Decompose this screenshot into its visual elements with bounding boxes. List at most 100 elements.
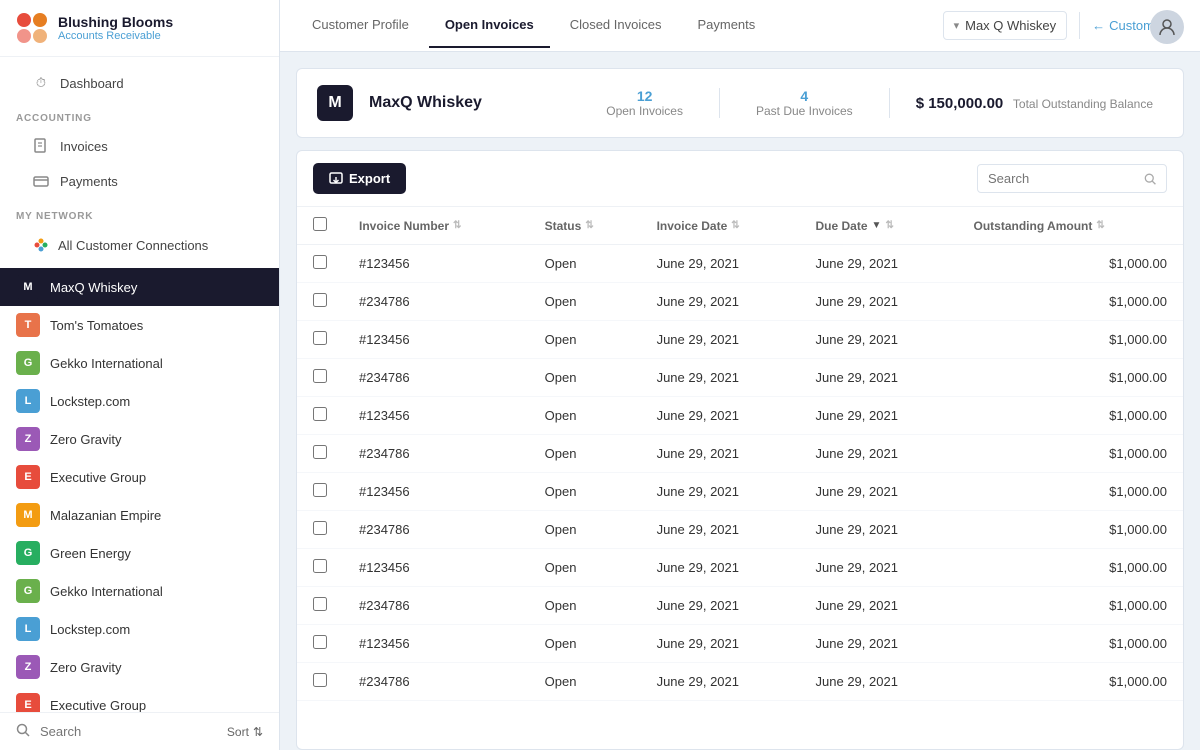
user-icon bbox=[1157, 17, 1177, 37]
row-checkbox[interactable] bbox=[313, 597, 327, 611]
invoice-number-header[interactable]: Invoice Number ⇅ bbox=[343, 207, 529, 245]
sidebar-item-payments[interactable]: Payments bbox=[16, 164, 263, 198]
sidebar-customer-item[interactable]: M MaxQ Whiskey bbox=[0, 268, 279, 306]
invoice-number-cell: #234786 bbox=[343, 511, 529, 549]
outstanding-amount-cell: $1,000.00 bbox=[958, 435, 1184, 473]
table-row: #234786 Open June 29, 2021 June 29, 2021… bbox=[297, 511, 1183, 549]
invoice-number-cell: #123456 bbox=[343, 397, 529, 435]
invoice-date-cell: June 29, 2021 bbox=[641, 587, 800, 625]
sidebar-customer-item[interactable]: Z Zero Gravity bbox=[0, 420, 279, 458]
due-date-cell: June 29, 2021 bbox=[800, 549, 958, 587]
outstanding-amount-cell: $1,000.00 bbox=[958, 359, 1184, 397]
customer-name: Executive Group bbox=[50, 470, 146, 485]
open-invoices-stat: 12 Open Invoices bbox=[586, 88, 703, 118]
sidebar-customer-item[interactable]: L Lockstep.com bbox=[0, 610, 279, 648]
tab-customer-profile[interactable]: Customer Profile bbox=[296, 3, 425, 48]
status-label: Status bbox=[545, 219, 582, 233]
header-divider-1 bbox=[719, 88, 720, 118]
invoice-date-cell: June 29, 2021 bbox=[641, 549, 800, 587]
outstanding-amount-header[interactable]: Outstanding Amount ⇅ bbox=[958, 207, 1184, 245]
sidebar-customer-item[interactable]: M Malazanian Empire bbox=[0, 496, 279, 534]
sidebar-item-dashboard[interactable]: ⏱ Dashboard bbox=[16, 66, 263, 100]
invoices-icon bbox=[32, 137, 50, 155]
row-checkbox[interactable] bbox=[313, 445, 327, 459]
tab-open-invoices[interactable]: Open Invoices bbox=[429, 3, 550, 48]
sidebar: Blushing Blooms Accounts Receivable ⏱ Da… bbox=[0, 0, 280, 750]
sidebar-item-label-invoices: Invoices bbox=[60, 139, 108, 154]
table-row: #234786 Open June 29, 2021 June 29, 2021… bbox=[297, 663, 1183, 701]
invoice-number-cell: #123456 bbox=[343, 473, 529, 511]
sidebar-customer-item[interactable]: G Gekko International bbox=[0, 572, 279, 610]
customer-name: Gekko International bbox=[50, 584, 163, 599]
tab-closed-invoices[interactable]: Closed Invoices bbox=[554, 3, 678, 48]
invoice-number-cell: #123456 bbox=[343, 625, 529, 663]
row-checkbox[interactable] bbox=[313, 255, 327, 269]
sidebar-customer-item[interactable]: T Tom's Tomatoes bbox=[0, 306, 279, 344]
dashboard-icon: ⏱ bbox=[32, 74, 50, 92]
tabbar: Customer ProfileOpen InvoicesClosed Invo… bbox=[280, 0, 1200, 52]
app-logo[interactable] bbox=[16, 12, 48, 44]
export-button[interactable]: Export bbox=[313, 163, 406, 194]
status-cell: Open bbox=[529, 663, 641, 701]
sort-icon: ⇅ bbox=[253, 725, 263, 739]
status-cell: Open bbox=[529, 625, 641, 663]
current-customer-selector[interactable]: ▾ Max Q Whiskey bbox=[943, 11, 1068, 40]
all-customer-connections[interactable]: All Customer Connections bbox=[16, 230, 263, 260]
outstanding-amount-cell: $1,000.00 bbox=[958, 549, 1184, 587]
invoice-area: Export Invoice Number bbox=[296, 150, 1184, 750]
invoice-number-cell: #123456 bbox=[343, 549, 529, 587]
row-checkbox[interactable] bbox=[313, 521, 327, 535]
search-input[interactable] bbox=[40, 724, 217, 739]
past-due-count[interactable]: 4 bbox=[756, 88, 853, 104]
accounting-section-label: ACCOUNTING bbox=[16, 113, 263, 124]
invoice-table-body: #123456 Open June 29, 2021 June 29, 2021… bbox=[297, 245, 1183, 701]
due-date-filter-icon: ⇅ bbox=[885, 220, 893, 231]
sidebar-customer-item[interactable]: G Gekko International bbox=[0, 344, 279, 382]
sidebar-customer-item[interactable]: Z Zero Gravity bbox=[0, 648, 279, 686]
sidebar-item-invoices[interactable]: Invoices bbox=[16, 129, 263, 163]
invoice-table-scroll[interactable]: Invoice Number ⇅ Status ⇅ bbox=[297, 207, 1183, 749]
invoice-date-cell: June 29, 2021 bbox=[641, 435, 800, 473]
invoice-date-cell: June 29, 2021 bbox=[641, 625, 800, 663]
back-arrow-icon: ← bbox=[1092, 18, 1105, 33]
due-date-cell: June 29, 2021 bbox=[800, 435, 958, 473]
due-date-header[interactable]: Due Date ▼ ⇅ bbox=[800, 207, 958, 245]
sidebar-customer-item[interactable]: G Green Energy bbox=[0, 534, 279, 572]
main-content: Customer ProfileOpen InvoicesClosed Invo… bbox=[280, 0, 1200, 750]
customer-header-avatar: M bbox=[317, 85, 353, 121]
sidebar-customer-item[interactable]: E Executive Group bbox=[0, 686, 279, 712]
row-checkbox[interactable] bbox=[313, 673, 327, 687]
open-invoices-count[interactable]: 12 bbox=[606, 88, 683, 104]
total-balance-label: Total Outstanding Balance bbox=[1013, 97, 1153, 111]
outstanding-amount-cell: $1,000.00 bbox=[958, 663, 1184, 701]
past-due-label: Past Due Invoices bbox=[756, 104, 853, 118]
connections-icon bbox=[32, 236, 50, 254]
due-date-cell: June 29, 2021 bbox=[800, 397, 958, 435]
tab-payments[interactable]: Payments bbox=[681, 3, 771, 48]
row-checkbox[interactable] bbox=[313, 331, 327, 345]
row-checkbox[interactable] bbox=[313, 369, 327, 383]
sort-button[interactable]: Sort ⇅ bbox=[227, 725, 263, 739]
user-avatar-button[interactable] bbox=[1150, 10, 1184, 44]
invoice-date-cell: June 29, 2021 bbox=[641, 663, 800, 701]
invoice-number-cell: #234786 bbox=[343, 435, 529, 473]
customer-avatar: L bbox=[16, 617, 40, 641]
status-header[interactable]: Status ⇅ bbox=[529, 207, 641, 245]
open-invoices-label: Open Invoices bbox=[606, 104, 683, 118]
select-all-checkbox[interactable] bbox=[313, 217, 327, 231]
customer-name: Zero Gravity bbox=[50, 660, 122, 675]
invoice-number-sort-icon: ⇅ bbox=[453, 220, 461, 231]
row-checkbox[interactable] bbox=[313, 635, 327, 649]
row-checkbox[interactable] bbox=[313, 483, 327, 497]
sidebar-customer-item[interactable]: L Lockstep.com bbox=[0, 382, 279, 420]
table-row: #234786 Open June 29, 2021 June 29, 2021… bbox=[297, 587, 1183, 625]
row-checkbox[interactable] bbox=[313, 407, 327, 421]
due-date-cell: June 29, 2021 bbox=[800, 359, 958, 397]
status-cell: Open bbox=[529, 359, 641, 397]
sidebar-customer-item[interactable]: E Executive Group bbox=[0, 458, 279, 496]
table-row: #234786 Open June 29, 2021 June 29, 2021… bbox=[297, 359, 1183, 397]
row-checkbox[interactable] bbox=[313, 559, 327, 573]
invoice-date-header[interactable]: Invoice Date ⇅ bbox=[641, 207, 800, 245]
row-checkbox[interactable] bbox=[313, 293, 327, 307]
invoice-search-input[interactable] bbox=[988, 171, 1136, 186]
